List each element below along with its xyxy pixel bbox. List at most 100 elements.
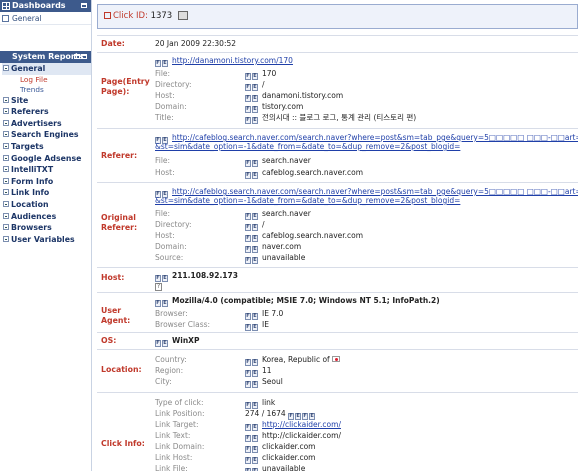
original-referer-row: Original Referer: F Ehttp://cafeblog.sear… xyxy=(97,182,578,266)
field-key: Region: xyxy=(155,366,184,375)
expand-box-icon[interactable] xyxy=(3,142,9,149)
filter-icons[interactable]: FE xyxy=(245,113,259,124)
dashboard-general-label: General xyxy=(12,14,42,23)
collapse-icon[interactable] xyxy=(81,3,87,8)
print-icon[interactable] xyxy=(177,11,188,20)
field-key: Domain: xyxy=(155,242,187,251)
sidebar-item-general[interactable]: General xyxy=(2,63,91,75)
sidebar-item-label: Browsers xyxy=(11,223,52,233)
field-key: Link File: xyxy=(155,464,188,471)
field-value: Korea, Republic of xyxy=(262,355,330,364)
page-action-icons[interactable]: FE xyxy=(155,56,169,67)
collapse-all-icon[interactable] xyxy=(74,54,80,59)
sidebar-item-label: Audiences xyxy=(11,211,57,221)
expand-box-icon[interactable] xyxy=(3,200,9,207)
expand-box-icon[interactable] xyxy=(3,154,9,161)
field-value: 11 xyxy=(262,366,272,375)
collapse-box-icon[interactable] xyxy=(3,65,9,71)
click-id-value: 1373 xyxy=(150,11,173,21)
dashboard-general-link[interactable]: General xyxy=(0,12,91,25)
system-reports-list: General Log File Trends Site Referers Ad… xyxy=(0,63,91,245)
collapse-icon[interactable] xyxy=(81,54,87,59)
filter-icons[interactable]: FE xyxy=(245,253,259,264)
field-value: search.naver xyxy=(262,209,311,218)
sidebar-item-user-variables[interactable]: User Variables xyxy=(2,234,91,246)
sidebar-item-label: Advertisers xyxy=(11,118,62,128)
field-value: / xyxy=(262,220,265,229)
expand-box-icon[interactable] xyxy=(3,177,9,184)
sidebar-item-location[interactable]: Location xyxy=(2,199,91,211)
sidebar-item-label: Location xyxy=(11,199,49,209)
link-target-link[interactable]: http://clickaider.com/ xyxy=(262,420,341,429)
filter-icons[interactable]: FE xyxy=(245,464,259,471)
field-value: link xyxy=(262,398,276,407)
host-ip-value: 211.108.92.173 xyxy=(172,271,238,280)
filter-icons[interactable]: FE xyxy=(245,320,259,331)
sidebar-item-audiences[interactable]: Audiences xyxy=(2,211,91,223)
help-icon[interactable]: ? xyxy=(155,283,162,291)
sidebar-item-referers[interactable]: Referers xyxy=(2,106,91,118)
field-value: unavailable xyxy=(262,464,306,471)
field-key: Title: xyxy=(155,113,174,122)
filter-icons[interactable]: FE xyxy=(245,168,259,179)
sidebar-item-google-adsense[interactable]: Google Adsense xyxy=(2,153,91,165)
field-key: Host: xyxy=(155,231,175,240)
main-content: Click ID: 1373 Date: 20 Jan 2009 22:30:5… xyxy=(97,4,578,471)
field-value: unavailable xyxy=(262,253,306,262)
field-value: http://clickaider.com/ xyxy=(262,431,341,440)
field-key: Type of click: xyxy=(155,398,204,407)
original-referer-url-link-cont[interactable]: &st=sim&date_option=-1&date_from=&date_t… xyxy=(155,196,460,205)
expand-box-icon[interactable] xyxy=(3,235,9,242)
referer-label: Referer: xyxy=(101,151,138,160)
field-key: File: xyxy=(155,156,171,165)
field-value: danamoni.tistory.com xyxy=(262,91,344,100)
sidebar-item-targets[interactable]: Targets xyxy=(2,141,91,153)
expand-box-icon[interactable] xyxy=(3,189,9,196)
sidebar-item-advertisers[interactable]: Advertisers xyxy=(2,118,91,130)
sidebar-item-label: Google Adsense xyxy=(11,153,82,163)
field-value: clickaider.com xyxy=(262,453,316,462)
field-key: Link Position: xyxy=(155,409,205,418)
expand-box-icon[interactable] xyxy=(3,131,9,138)
sidebar-item-search-engines[interactable]: Search Engines xyxy=(2,129,91,141)
expand-box-icon[interactable] xyxy=(3,224,9,231)
page-row: Page(Entry Page): F Ehttp://danamoni.tist… xyxy=(97,52,578,126)
filter-icons[interactable]: FE xyxy=(245,377,259,388)
field-key: Link Target: xyxy=(155,420,199,429)
field-key: File: xyxy=(155,209,171,218)
date-row: Date: 20 Jan 2009 22:30:52 xyxy=(97,35,578,50)
sidebar-item-label: Referers xyxy=(11,107,49,117)
user-agent-label: User Agent: xyxy=(101,306,131,325)
date-label: Date: xyxy=(101,39,125,48)
field-value: / xyxy=(262,80,265,89)
sidebar-sublink-trends[interactable]: Trends xyxy=(2,85,91,95)
grid-icon xyxy=(2,15,9,22)
korea-flag-icon xyxy=(331,356,340,362)
sidebar-item-intellitxt[interactable]: IntelliTXT xyxy=(2,164,91,176)
page-url-link[interactable]: http://danamoni.tistory.com/170 xyxy=(172,56,293,65)
sidebar-item-site[interactable]: Site xyxy=(2,95,91,107)
field-value: IE xyxy=(262,320,269,329)
os-action-icons[interactable]: FE xyxy=(155,336,169,347)
dashboards-title: Dashboards xyxy=(12,1,66,10)
system-reports-header[interactable]: System Reports xyxy=(0,51,91,63)
dashboards-header[interactable]: Dashboards xyxy=(0,0,91,12)
expand-box-icon[interactable] xyxy=(3,108,9,115)
field-key: Browser Class: xyxy=(155,320,211,329)
field-value: 전의시대 :: 블로그 로그, 통계 관리 (티스토리 편) xyxy=(262,113,417,122)
expand-box-icon[interactable] xyxy=(3,119,9,126)
expand-box-icon[interactable] xyxy=(3,212,9,219)
sidebar-item-form-info[interactable]: Form Info xyxy=(2,176,91,188)
sidebar-item-link-info[interactable]: Link Info xyxy=(2,187,91,199)
system-reports-title: System Reports xyxy=(12,52,84,61)
user-agent-row: User Agent: F E Mozilla/4.0 (compatible; M… xyxy=(97,292,578,331)
sidebar-sublink-log-file[interactable]: Log File xyxy=(2,75,91,85)
expand-box-icon[interactable] xyxy=(3,166,9,173)
user-agent-action-icons[interactable]: FE xyxy=(155,296,169,307)
field-value: IE 7.0 xyxy=(262,309,284,318)
expand-box-icon[interactable] xyxy=(3,96,9,103)
os-row: OS: F E WinXP xyxy=(97,332,578,348)
sidebar-item-browsers[interactable]: Browsers xyxy=(2,222,91,234)
referer-url-link-cont[interactable]: &st=sim&date_option=-1&date_from=&date_t… xyxy=(155,142,460,151)
filter-icons[interactable]: FE xyxy=(245,156,259,167)
